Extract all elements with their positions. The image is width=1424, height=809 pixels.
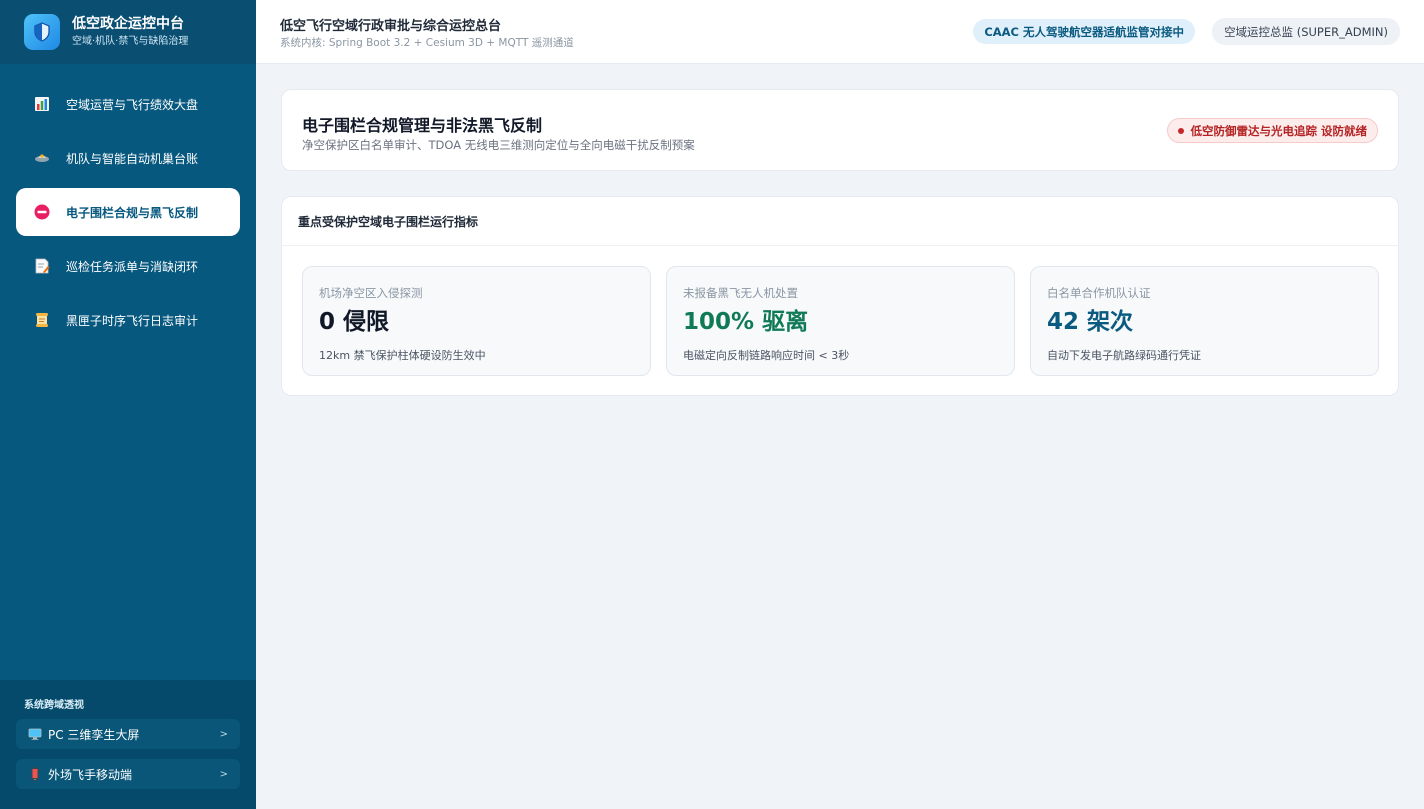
mobile-phone-icon [28,767,42,781]
sidebar-nav: 空域运营与飞行绩效大盘 机队与智能自动机巢台账 电子围栏合规与黑飞反制 巡检任务… [0,80,256,344]
sidebar-footer: 系统跨域透视 PC 三维孪生大屏 > 外场飞手移动端 > [0,680,256,809]
defense-status-badge: 低空防御雷达与光电追踪 设防就绪 [1167,118,1378,143]
sidebar-item-dashboard[interactable]: 空域运营与飞行绩效大盘 [16,80,240,128]
footer-link-label: PC 三维孪生大屏 [48,727,140,742]
metric-note: 12km 禁飞保护柱体硬设防生效中 [319,349,486,362]
no-entry-icon [34,204,50,220]
sidebar-item-label: 巡检任务派单与消缺闭环 [66,259,199,274]
header-subtitle: 系统内核: Spring Boot 3.2 + Cesium 3D + MQTT… [280,37,574,49]
page-header-card: 电子围栏合规管理与非法黑飞反制 净空保护区白名单审计、TDOA 无线电三维测向定… [281,89,1399,171]
bar-chart-icon [34,96,50,112]
monitor-icon [28,727,42,741]
sidebar-item-blackbox[interactable]: 黑匣子时序飞行日志审计 [16,296,240,344]
footer-link-label: 外场飞手移动端 [48,767,133,782]
sidebar-item-inspection[interactable]: 巡检任务派单与消缺闭环 [16,242,240,290]
metrics-heading: 重点受保护空域电子围栏运行指标 [282,197,1398,246]
shield-logo-icon [24,14,60,50]
top-header: 低空飞行空域行政审批与综合运控总台 系统内核: Spring Boot 3.2 … [256,0,1424,64]
link-3d-twin-screen[interactable]: PC 三维孪生大屏 > [16,719,240,749]
footer-title: 系统跨域透视 [24,700,84,711]
task-memo-icon [34,258,50,274]
sidebar-item-label: 黑匣子时序飞行日志审计 [66,313,199,328]
drone-hangar-icon [34,150,50,166]
brand-subtitle: 空域·机队·禁飞与缺陷治理 [72,36,189,47]
metric-note: 自动下发电子航路绿码通行凭证 [1047,349,1201,362]
page-title: 电子围栏合规管理与非法黑飞反制 [302,116,543,135]
metric-rogue-drone-disposal: 未报备黑飞无人机处置 100% 驱离 电磁定向反制链路响应时间 < 3秒 [666,266,1015,376]
sidebar-item-label: 机队与智能自动机巢台账 [66,151,199,166]
user-role-chip[interactable]: 空域运控总监 (SUPER_ADMIN) [1212,18,1400,45]
metric-label: 白名单合作机队认证 [1047,286,1151,300]
geofence-metrics-card: 重点受保护空域电子围栏运行指标 机场净空区入侵探测 0 侵限 12km 禁飞保护… [281,196,1399,396]
brand: 低空政企运控中台 空域·机队·禁飞与缺陷治理 [0,0,256,64]
page-subtitle: 净空保护区白名单审计、TDOA 无线电三维测向定位与全向电磁干扰反制预案 [302,138,695,152]
defense-status-label: 低空防御雷达与光电追踪 设防就绪 [1190,123,1367,138]
sidebar-item-fleet[interactable]: 机队与智能自动机巢台账 [16,134,240,182]
metric-value: 42 架次 [1047,309,1134,335]
chevron-right-icon: > [219,728,228,740]
status-dot-icon [1178,127,1185,134]
sidebar-item-label: 电子围栏合规与黑飞反制 [66,205,199,220]
brand-title: 低空政企运控中台 [72,16,184,32]
metric-airport-intrusion: 机场净空区入侵探测 0 侵限 12km 禁飞保护柱体硬设防生效中 [302,266,651,376]
sidebar-item-label: 空域运营与飞行绩效大盘 [66,97,199,112]
metric-whitelist-fleet: 白名单合作机队认证 42 架次 自动下发电子航路绿码通行凭证 [1030,266,1379,376]
link-mobile-pilot[interactable]: 外场飞手移动端 > [16,759,240,789]
metric-value: 100% 驱离 [683,309,809,335]
scroll-log-icon [34,312,50,328]
header-title: 低空飞行空域行政审批与综合运控总台 [280,19,502,34]
sidebar: 低空政企运控中台 空域·机队·禁飞与缺陷治理 空域运营与飞行绩效大盘 机队与智能… [0,0,256,809]
metric-note: 电磁定向反制链路响应时间 < 3秒 [683,349,850,362]
metric-label: 未报备黑飞无人机处置 [683,286,798,300]
metric-value: 0 侵限 [319,309,390,335]
chevron-right-icon: > [219,768,228,780]
sidebar-item-geofence[interactable]: 电子围栏合规与黑飞反制 [16,188,240,236]
caac-status-badge: CAAC 无人驾驶航空器适航监管对接中 [973,19,1195,44]
metric-label: 机场净空区入侵探测 [319,286,423,300]
